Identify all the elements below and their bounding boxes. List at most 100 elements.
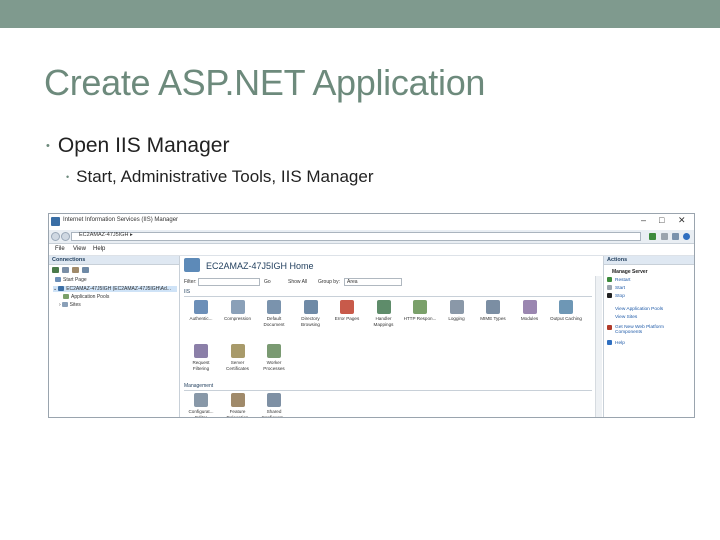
tree-item-start-page[interactable]: Start Page: [55, 277, 87, 283]
group-by-value: Area: [347, 279, 358, 285]
filter-input[interactable]: [198, 278, 260, 286]
up-icon[interactable]: [72, 267, 79, 273]
feature-compression[interactable]: Compression: [221, 300, 255, 322]
application-pools-icon: [63, 294, 69, 300]
feature-label: Modules: [520, 316, 539, 321]
address-text: EC2AMAZ-47J5IGH ▸: [79, 232, 133, 238]
feature-label: Server Certificates: [226, 360, 249, 371]
action-view-sites[interactable]: View Sites: [607, 314, 637, 320]
filter-label: Filter:: [184, 279, 197, 285]
restart-icon: [607, 277, 612, 282]
menu-help[interactable]: Help: [93, 246, 105, 252]
group-by-label: Group by:: [318, 279, 340, 285]
action-get-new-web-platform-components[interactable]: Get New Web Platform Components: [607, 325, 689, 335]
feature-output-caching[interactable]: Output Caching: [549, 300, 583, 322]
server-certificates-icon: [230, 344, 245, 358]
menu-view[interactable]: View: [73, 246, 86, 252]
back-button[interactable]: [51, 232, 60, 241]
authentication-icon: [194, 300, 208, 314]
manage-server-heading: Manage Server: [612, 269, 648, 275]
http-response-icon: [413, 300, 427, 314]
actions-header: Actions: [604, 256, 694, 265]
feature-shared-configuration[interactable]: Shared Configurat...: [257, 393, 291, 417]
connect-icon[interactable]: [52, 267, 59, 273]
address-field[interactable]: [71, 232, 641, 241]
show-all-button[interactable]: Show All: [288, 279, 307, 285]
feature-configuration-editor[interactable]: Configurat... Editor: [184, 393, 218, 418]
feature-label: Worker Processes: [263, 360, 285, 371]
home-title: EC2AMAZ-47J5IGH Home: [206, 261, 314, 271]
address-bar: EC2AMAZ-47J5IGH ▸: [49, 230, 694, 244]
bullet-level1-text: Open IIS Manager: [57, 134, 230, 157]
feature-worker-processes[interactable]: Worker Processes: [257, 344, 291, 371]
feature-label: Error Pages: [334, 316, 360, 321]
tree-label: EC2AMAZ-47J5IGH (EC2AMAZ-47J5IGH\Ad...: [66, 286, 171, 292]
feature-label: Handler Mappings: [373, 316, 394, 327]
start-page-icon: [55, 277, 61, 283]
feature-error-pages[interactable]: Error Pages: [330, 300, 364, 322]
save-icon[interactable]: [62, 267, 69, 273]
refresh-icon[interactable]: [649, 233, 656, 240]
stop-nav-icon[interactable]: [661, 233, 668, 240]
feature-feature-delegation[interactable]: Feature Delegation: [221, 393, 255, 417]
web-platform-icon: [607, 325, 612, 330]
minimize-button[interactable]: –: [641, 215, 646, 225]
feature-request-filtering[interactable]: Request Filtering: [184, 344, 218, 371]
action-label: Stop: [615, 293, 625, 299]
section-iis[interactable]: IIS: [184, 289, 592, 297]
feature-http-response[interactable]: HTTP Respon...: [403, 300, 437, 322]
connections-header: Connections: [49, 256, 179, 265]
expand-arrow-icon[interactable]: ⌄: [53, 286, 57, 292]
actions-panel: Actions Manage Server Restart Start Stop Vi…: [603, 256, 694, 417]
disconnect-icon[interactable]: [82, 267, 89, 273]
feature-default-document[interactable]: Default Document: [257, 300, 291, 327]
feature-label: Logging: [448, 316, 465, 321]
action-restart[interactable]: Restart: [607, 277, 630, 283]
feature-logging[interactable]: Logging: [440, 300, 474, 322]
collapse-arrow-icon[interactable]: ›: [59, 302, 61, 308]
feature-authentication[interactable]: Authentic...: [184, 300, 218, 322]
feature-label: Configurat... Editor: [188, 409, 214, 418]
go-button[interactable]: Go: [264, 279, 271, 285]
home-features-panel: EC2AMAZ-47J5IGH Home Filter: Go Show All…: [180, 256, 602, 417]
action-start[interactable]: Start: [607, 285, 625, 291]
connections-toolbar: [49, 265, 179, 275]
menu-bar: File View Help: [49, 244, 694, 256]
iis-manager-window: Internet Information Services (IIS) Mana…: [48, 213, 695, 418]
request-filtering-icon: [194, 344, 208, 358]
home-icon[interactable]: [672, 233, 679, 240]
bullet-level2: • Start, Administrative Tools, IIS Manage…: [66, 167, 373, 187]
stop-icon: [607, 293, 612, 298]
feature-handler-mappings[interactable]: Handler Mappings: [367, 300, 401, 327]
tree-item-application-pools[interactable]: Application Pools: [63, 294, 109, 300]
tree-label: Start Page: [63, 277, 87, 283]
start-icon: [607, 285, 612, 290]
forward-button[interactable]: [61, 232, 70, 241]
action-view-application-pools[interactable]: View Application Pools: [607, 306, 663, 312]
action-help[interactable]: Help: [607, 340, 625, 346]
blank-icon: [607, 314, 612, 319]
tree-label: Application Pools: [71, 294, 110, 300]
feature-server-certificates[interactable]: Server Certificates: [221, 344, 255, 371]
feature-label: Authentic...: [189, 316, 213, 321]
maximize-button[interactable]: □: [659, 215, 664, 225]
tree-item-server[interactable]: ⌄ EC2AMAZ-47J5IGH (EC2AMAZ-47J5IGH\Ad...: [53, 286, 177, 292]
menu-file[interactable]: File: [55, 246, 65, 252]
tree-item-sites[interactable]: › Sites: [59, 302, 81, 308]
close-button[interactable]: ✕: [678, 215, 686, 226]
filter-bar: Filter: Go Show All Group by: Area: [184, 278, 596, 287]
bullet-level1: • Open IIS Manager: [46, 134, 229, 158]
section-management[interactable]: Management: [184, 383, 592, 391]
action-stop[interactable]: Stop: [607, 293, 625, 299]
feature-mime-types[interactable]: MIME Types: [476, 300, 510, 322]
configuration-editor-icon: [194, 393, 208, 407]
action-label: View Sites: [615, 314, 638, 320]
action-label: Help: [615, 340, 625, 346]
vertical-scrollbar[interactable]: [595, 276, 602, 417]
help-icon[interactable]: [683, 233, 690, 240]
feature-modules[interactable]: Modules: [513, 300, 547, 322]
action-label: View Application Pools: [615, 306, 664, 312]
window-title-bar: Internet Information Services (IIS) Mana…: [49, 214, 694, 230]
feature-directory-browsing[interactable]: Directory Browsing: [294, 300, 328, 327]
server-home-icon: [184, 258, 200, 272]
